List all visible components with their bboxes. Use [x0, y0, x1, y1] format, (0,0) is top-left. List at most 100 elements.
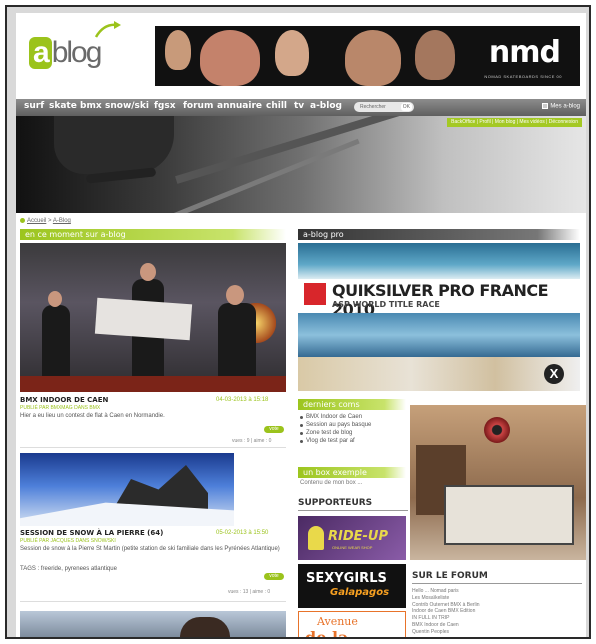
forum-item[interactable]: Contrib Outernet BMX à Berlin: [412, 602, 480, 609]
article-1-text: Hier a eu lieu un contest de flat à Caen…: [20, 413, 165, 419]
logo-a: a: [29, 37, 52, 69]
rideup-ad[interactable]: RIDE-UP ONLINE WEAR SHOP: [298, 516, 406, 560]
quik-subtitle: ASP WORLD TITLE RACE: [332, 300, 440, 309]
nav-item-a-blog[interactable]: a-blog: [310, 101, 342, 111]
x-games-badge-icon: X: [544, 364, 564, 384]
search-placeholder: Rechercher: [360, 104, 386, 110]
search-input[interactable]: Rechercher OK: [354, 102, 414, 112]
breadcrumb-current[interactable]: A-Blog: [53, 218, 71, 224]
comment-item[interactable]: Session au pays basque: [298, 421, 406, 429]
section-title-pro: a-blog pro: [298, 229, 580, 240]
article-2-byline[interactable]: PUBLIÉ PAR JACQUES DANS SNOW/SKI: [20, 538, 116, 544]
banner-face-2: [200, 30, 260, 86]
article-1-vote-button[interactable]: vote: [264, 426, 284, 433]
photo-table: [444, 485, 574, 545]
forum-list: Hello ... Nomad paris Les Mosaïkeliste C…: [412, 588, 480, 636]
main-nav: surf skate bmx snow/ski fgsx forum annua…: [16, 99, 586, 116]
banner-face-5: [415, 30, 455, 80]
article-separator: [20, 447, 286, 448]
article-1-byline[interactable]: PUBLIÉ PAR BMXMAG DANS BMX: [20, 405, 100, 411]
article-photo-snow[interactable]: [20, 453, 234, 526]
forum-item[interactable]: Hello ... Nomad paris: [412, 588, 480, 595]
article-1-date: 04-03-2013 à 15:18: [216, 397, 269, 403]
avenue-label: Avenue: [317, 615, 358, 628]
my-ablog-link[interactable]: Mes a-blog: [542, 103, 580, 110]
prize-cheque: [94, 297, 193, 341]
article-separator: [20, 601, 286, 602]
nav-item-tv[interactable]: tv: [294, 101, 304, 111]
nav-item-chill[interactable]: chill: [266, 101, 287, 111]
nav-item-forum[interactable]: forum: [183, 101, 213, 111]
page: a blog nmd NOMAD SKATEBOARDS SINCE 00 sur…: [16, 13, 586, 639]
article-1-title[interactable]: BMX INDOOR DE CAEN: [20, 396, 108, 404]
banner-ad-nomad[interactable]: nmd NOMAD SKATEBOARDS SINCE 00: [155, 26, 580, 86]
nav-item-surf[interactable]: surf: [24, 101, 44, 111]
quik-sea-strip: [298, 313, 580, 357]
forum-item[interactable]: Quentin Peoples: [412, 629, 480, 636]
breadcrumb-home[interactable]: Accueil: [27, 218, 46, 224]
banner-face-3: [275, 30, 309, 76]
forum-title: SUR LE FORUM: [412, 571, 488, 581]
banner-face-4: [345, 30, 401, 86]
article-photo-3[interactable]: [20, 611, 286, 637]
home-icon: [20, 218, 25, 223]
photo-person: [180, 617, 230, 637]
galapagos-label: Galapagos: [330, 587, 390, 598]
sexygirls-ad[interactable]: SEXYGIRLS Galapagos: [298, 564, 406, 608]
forum-item[interactable]: Les Mosaïkeliste: [412, 595, 480, 602]
rideup-figure-icon: [308, 526, 324, 550]
avenue-glisse-ad[interactable]: Avenue de la Glisse: [298, 611, 406, 639]
quiksilver-ad[interactable]: QUIKSILVER PRO FRANCE 2010 ASP WORLD TIT…: [298, 243, 580, 391]
hero-skater: [54, 116, 174, 174]
section-title-now: en ce moment sur a-blog: [20, 229, 286, 240]
forum-divider: [412, 583, 582, 584]
quik-crowd-strip: [298, 357, 580, 391]
article-photo-bmx[interactable]: [20, 243, 286, 392]
logo-blog: blog: [51, 36, 103, 69]
workshop-photo[interactable]: [410, 405, 586, 560]
logo-arrow-icon: [94, 21, 121, 38]
user-icon: [542, 103, 549, 109]
nav-item-skate[interactable]: skate: [49, 101, 77, 111]
comment-item[interactable]: BMX Indoor de Caen: [298, 413, 406, 421]
nav-item-bmx[interactable]: bmx: [80, 101, 102, 111]
search-ok-button[interactable]: OK: [400, 103, 412, 111]
sexygirls-label: SEXYGIRLS: [306, 571, 387, 586]
section-title-box: un box exemple: [298, 467, 406, 478]
hero-image: BackOffice | Profil | Mon blog | Mes vid…: [16, 116, 586, 213]
article-1-meta: vues : 9 | aime : 0: [232, 438, 272, 444]
box-content: Contenu de mon box ...: [300, 480, 363, 486]
forum-item[interactable]: BMX Indoor de Caen: [412, 622, 480, 629]
header: a blog nmd NOMAD SKATEBOARDS SINCE 00: [16, 13, 586, 97]
person-3-head: [226, 285, 244, 305]
nav-item-fgsx[interactable]: fgsx: [154, 101, 176, 111]
quik-wave-strip: [298, 243, 580, 279]
podium-ledge: [20, 376, 286, 392]
forum-item[interactable]: IN FULL IN TRIP: [412, 615, 480, 622]
glisse-label: de la Glisse: [305, 628, 349, 639]
person-2-head: [140, 263, 156, 281]
person-1-head: [48, 291, 62, 307]
nav-item-snow-ski[interactable]: snow/ski: [105, 101, 149, 111]
supporters-title: SUPPORTEURS: [298, 498, 373, 508]
site-logo[interactable]: a blog: [29, 29, 103, 72]
article-2-meta: vues : 13 | aime : 0: [228, 589, 271, 595]
banner-face-1: [165, 30, 191, 70]
article-2-vote-button[interactable]: vote: [264, 573, 284, 580]
banner-brand-sub: NOMAD SKATEBOARDS SINCE 00: [484, 74, 562, 79]
breadcrumb: Accueil > A-Blog: [20, 218, 71, 224]
nav-item-annuaire[interactable]: annuaire: [217, 101, 262, 111]
comment-item[interactable]: Zone test de blog: [298, 429, 406, 437]
my-ablog-label: Mes a-blog: [550, 103, 580, 110]
forum-item[interactable]: Indoor de Caen BMX Edition: [412, 608, 480, 615]
browser-frame: a blog nmd NOMAD SKATEBOARDS SINCE 00 sur…: [5, 5, 591, 639]
supporters-divider: [298, 510, 408, 511]
hero-rail: [175, 116, 407, 184]
article-2-title[interactable]: SESSION DE SNOW À LA PIERRE (64): [20, 529, 163, 537]
article-2-date: 05-02-2013 à 15:50: [216, 530, 269, 536]
account-links[interactable]: BackOffice | Profil | Mon blog | Mes vid…: [447, 118, 582, 127]
section-title-comments: derniers coms: [298, 399, 406, 410]
photo-wheel: [484, 417, 510, 443]
comment-item[interactable]: Vlog de test par af: [298, 437, 406, 445]
rideup-label: RIDE-UP: [328, 529, 388, 544]
